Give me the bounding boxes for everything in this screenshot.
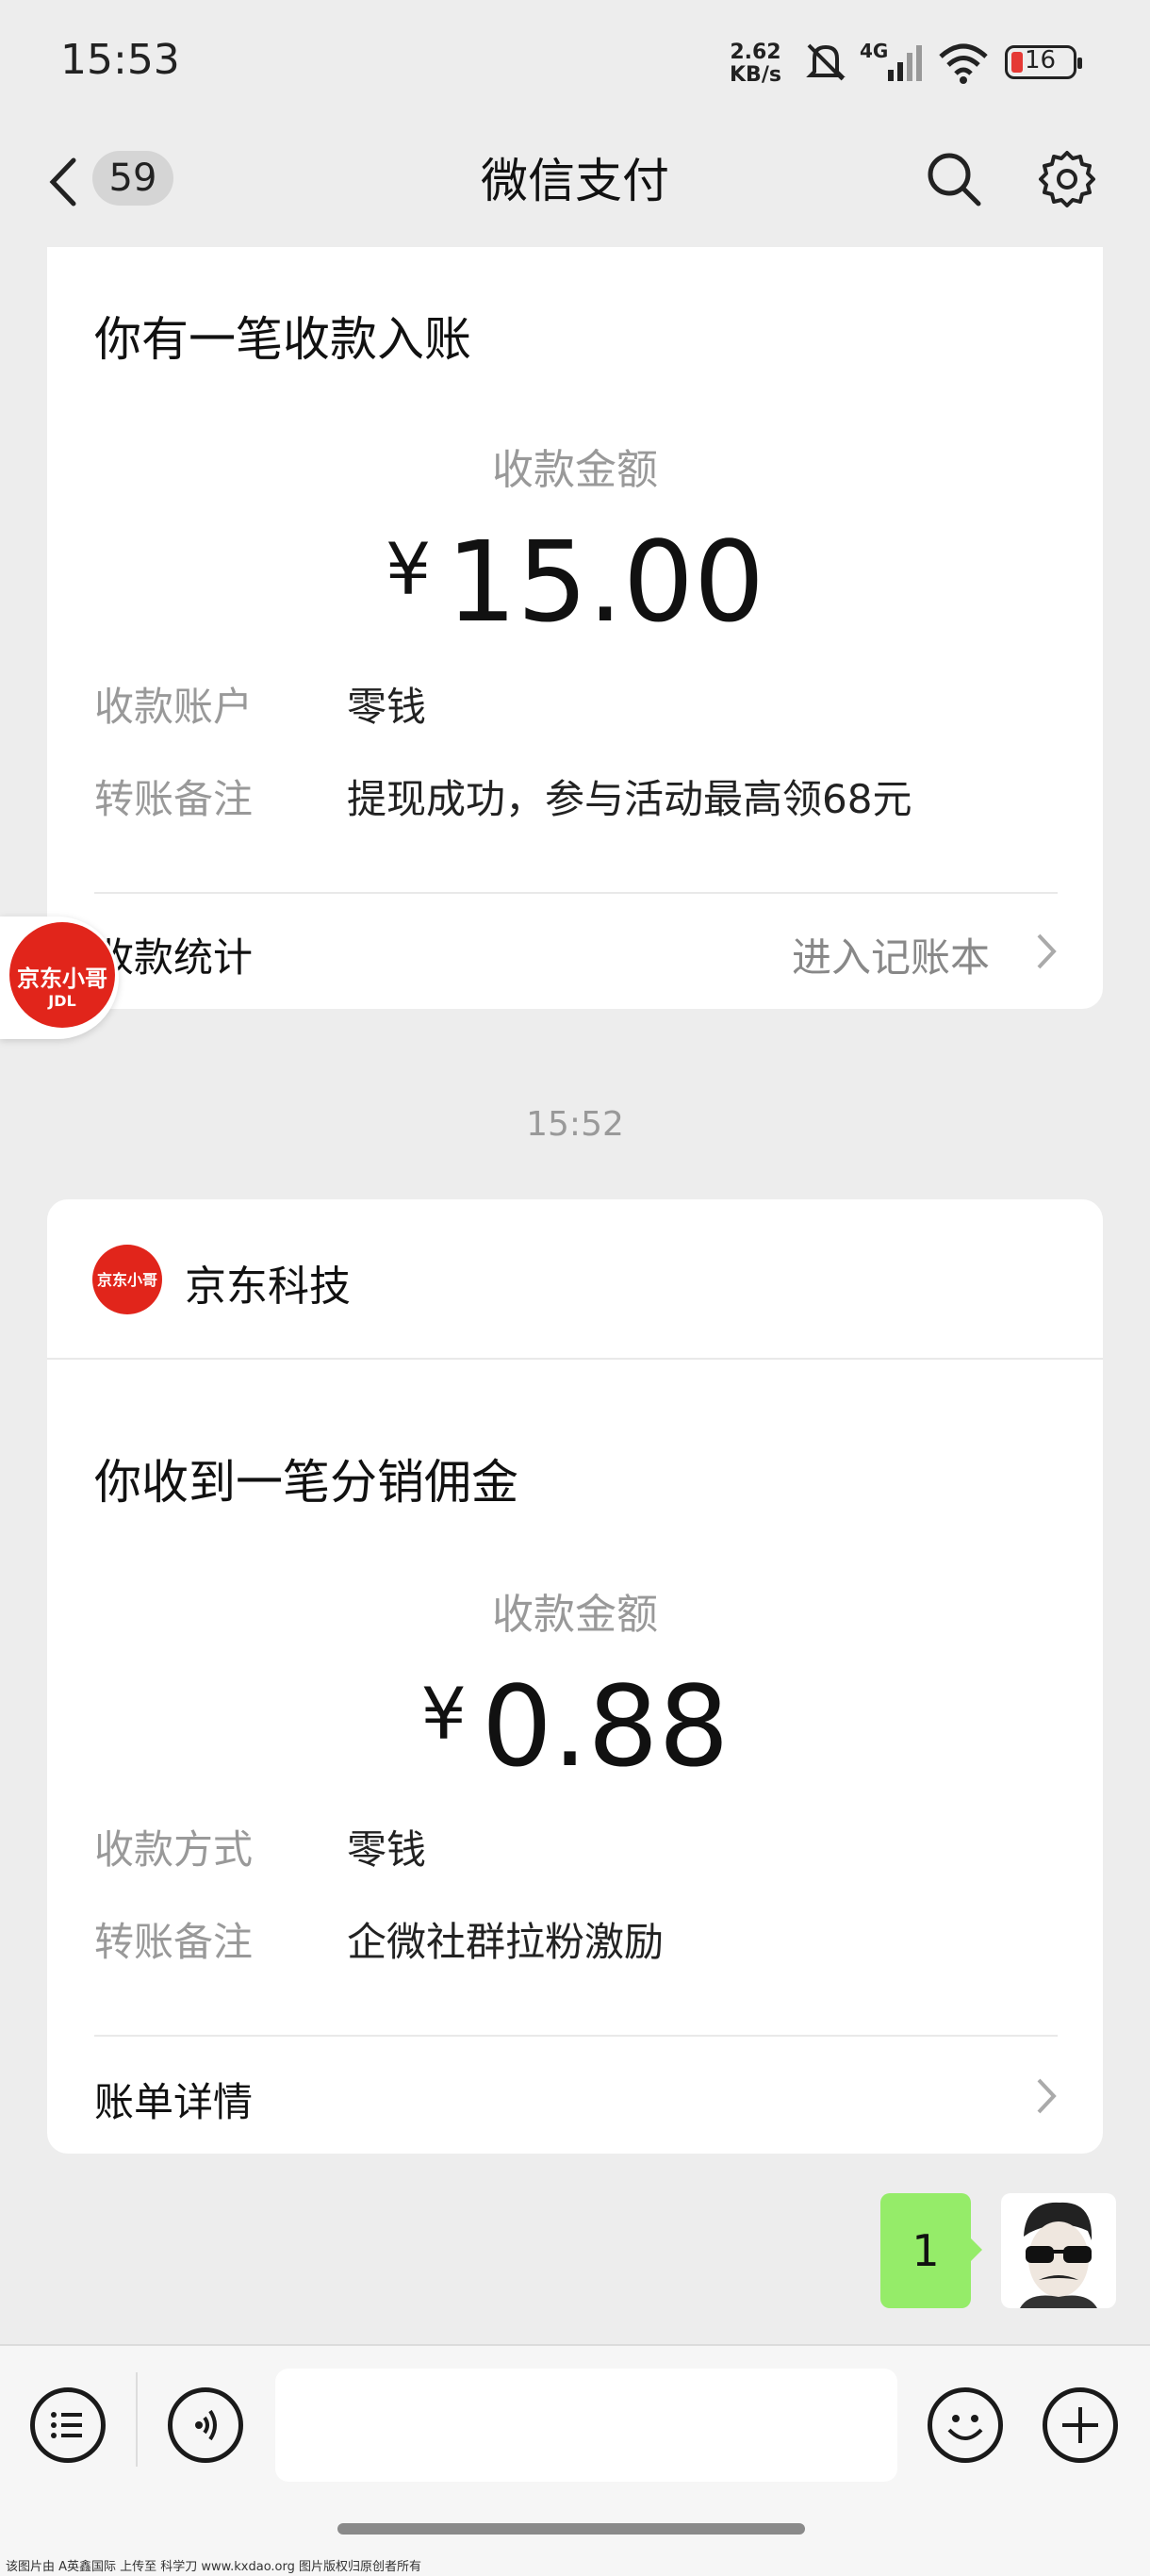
- voice-icon[interactable]: [168, 2387, 243, 2463]
- net-speed: 2.62 KB/s: [730, 41, 781, 87]
- sender-logo: 京东小哥: [92, 1245, 162, 1314]
- battery-icon: 16: [1005, 45, 1082, 79]
- search-icon[interactable]: [926, 151, 982, 207]
- bill-details-link[interactable]: 账单详情: [94, 2071, 253, 2128]
- mute-icon: [806, 43, 846, 81]
- outgoing-message-text: 1: [912, 2225, 940, 2276]
- chevron-right-icon[interactable]: [1033, 2074, 1060, 2118]
- message-input[interactable]: [275, 2369, 897, 2482]
- card-2-amount-label: 收款金额: [492, 1591, 658, 1639]
- chevron-right-icon[interactable]: [1033, 930, 1060, 973]
- card-1-detail-value: 零钱: [347, 684, 427, 730]
- home-indicator[interactable]: [337, 2523, 805, 2535]
- emoji-icon[interactable]: [928, 2387, 1003, 2463]
- plus-icon[interactable]: [1043, 2387, 1118, 2463]
- signal-icon: [888, 45, 922, 81]
- sender-divider: [47, 1358, 1103, 1360]
- menu-lines-icon: [51, 2412, 82, 2438]
- sender-name: 京东科技: [185, 1263, 351, 1311]
- card-2-amount: ¥0.88: [47, 1661, 1103, 1792]
- card-2-remark-label: 转账备注: [94, 1919, 254, 1965]
- currency-symbol: ¥: [385, 527, 432, 611]
- floating-logo-text: 京东小哥: [17, 966, 107, 992]
- card-1-amount-value: 15.00: [446, 517, 765, 647]
- card-2-amount-value: 0.88: [481, 1661, 730, 1792]
- card-1-title: 你有一笔收款入账: [94, 312, 471, 367]
- net-speed-unit: KB/s: [730, 63, 781, 87]
- card-2-detail-label: 收款方式: [94, 1826, 254, 1873]
- card-2-remark-value: 企微社群拉粉激励: [347, 1919, 665, 1965]
- plus-sign-icon: [1062, 2407, 1098, 2443]
- wifi-icon: [939, 43, 988, 84]
- smile-face-icon: [947, 2415, 983, 2440]
- card-1-amount-label: 收款金额: [492, 446, 658, 494]
- status-time: 15:53: [60, 36, 180, 84]
- card-1-remark-label: 转账备注: [94, 776, 254, 822]
- card-1-divider: [94, 892, 1058, 894]
- menu-icon[interactable]: [30, 2387, 106, 2463]
- bubble-tail: [971, 2238, 982, 2261]
- ledger-link[interactable]: 进入记账本: [792, 926, 990, 983]
- voice-wave-icon: [195, 2409, 217, 2441]
- floating-logo-subtext: JDL: [48, 992, 76, 1010]
- card-2-title: 你收到一笔分销佣金: [94, 1455, 518, 1510]
- card-2-detail-value: 零钱: [347, 1826, 427, 1873]
- card-1-detail-label: 收款账户: [94, 684, 254, 730]
- toolbar-separator: [136, 2372, 138, 2467]
- card-1-amount: ¥15.00: [47, 517, 1103, 647]
- battery-level: 16: [1025, 46, 1057, 74]
- card-2-divider: [94, 2035, 1058, 2037]
- user-avatar[interactable]: [1001, 2193, 1116, 2308]
- floating-jd-logo[interactable]: 京东小哥 JDL: [9, 922, 115, 1028]
- card-1-remark-value: 提现成功，参与活动最高领68元: [347, 776, 912, 822]
- outgoing-message-bubble[interactable]: 1: [880, 2193, 971, 2308]
- gear-icon[interactable]: [1037, 149, 1097, 209]
- currency-symbol: ¥: [420, 1672, 467, 1756]
- message-timestamp: 15:52: [526, 1105, 624, 1144]
- avatar-portrait-icon: [1020, 2202, 1097, 2308]
- sender-logo-text: 京东小哥: [96, 1271, 157, 1289]
- net-speed-value: 2.62: [730, 41, 781, 64]
- watermark-note: 该图片由 A英鑫国际 上传至 科学刀 www.kxdao.org 图片版权归原创…: [6, 2560, 422, 2574]
